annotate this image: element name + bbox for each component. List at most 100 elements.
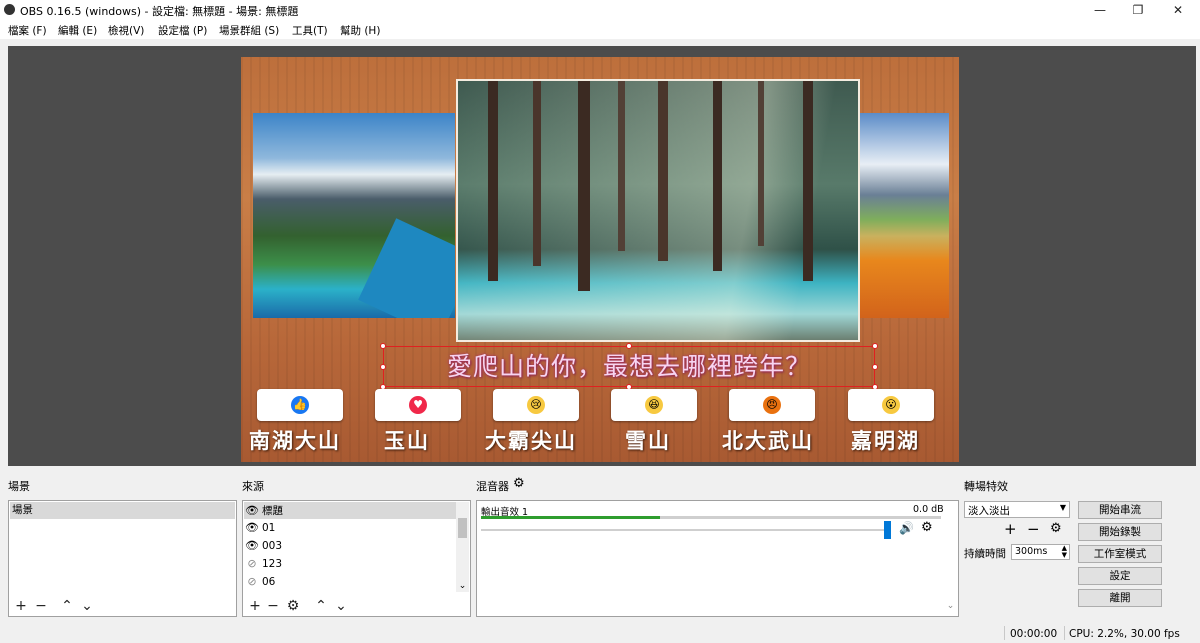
audio-meter-fill — [481, 516, 661, 519]
option-label: 雪山 — [625, 428, 671, 453]
tree-trunk — [803, 81, 813, 281]
scroll-down-icon[interactable]: ⌄ — [456, 580, 469, 592]
forest-photo[interactable] — [456, 79, 860, 342]
flower-field-photo[interactable] — [859, 113, 949, 318]
mountain-coast-photo[interactable] — [253, 113, 455, 318]
tree-trunk — [658, 81, 668, 261]
audio-meter — [481, 516, 941, 519]
move-up-button[interactable]: ⌃ — [59, 597, 75, 615]
mixer-gear-icon[interactable]: ⚙ — [513, 476, 525, 491]
menu-view[interactable]: 檢視(V) — [108, 23, 144, 38]
reaction-haha-button[interactable]: 😆 — [611, 389, 697, 421]
reaction-angry-button[interactable]: 😠 — [729, 389, 815, 421]
move-up-button[interactable]: ⌃ — [313, 597, 329, 615]
menu-help[interactable]: 幫助 (H) — [340, 23, 380, 38]
wow-icon: 😮 — [882, 396, 900, 414]
option-label: 嘉明湖 — [851, 428, 920, 453]
status-divider — [1004, 626, 1005, 640]
transitions-title: 轉場特效 — [964, 480, 1008, 493]
source-item[interactable]: ⊘ 06 — [244, 573, 275, 590]
close-button[interactable]: ✕ — [1158, 0, 1198, 20]
mixer-panel: 輸出音效 1 0.0 dB 🔊 ⚙ ⌄ — [476, 500, 959, 617]
reaction-love-button[interactable]: ♥ — [375, 389, 461, 421]
mixer-title: 混音器 — [476, 480, 509, 493]
resize-handle[interactable] — [380, 343, 386, 349]
ocean-shape — [358, 218, 455, 318]
option-label: 北大武山 — [722, 428, 814, 453]
source-item[interactable]: 👁 標題 — [244, 502, 456, 519]
reaction-sad-button[interactable]: 😢 — [493, 389, 579, 421]
resize-handle[interactable] — [872, 364, 878, 370]
reaction-like-button[interactable]: 👍 — [257, 389, 343, 421]
transition-gear-icon[interactable]: ⚙ — [1050, 521, 1062, 536]
sources-panel: 👁 標題 👁 01 👁 003 ⊘ 123 ⊘ 06 ⌄ + − ⚙ ⌃ ⌄ — [242, 500, 471, 617]
eye-hidden-icon[interactable]: ⊘ — [244, 573, 260, 590]
resize-handle[interactable] — [626, 343, 632, 349]
sources-toolbar: + − ⚙ ⌃ ⌄ — [245, 597, 465, 615]
sad-icon: 😢 — [527, 396, 545, 414]
source-item[interactable]: ⊘ 123 — [244, 555, 282, 572]
remove-scene-button[interactable]: − — [33, 597, 49, 615]
obs-logo-icon — [4, 4, 15, 15]
source-item[interactable]: 👁 01 — [244, 519, 275, 536]
menu-file[interactable]: 檔案 (F) — [8, 23, 47, 38]
add-transition-button[interactable]: + — [1004, 520, 1017, 538]
love-icon: ♥ — [409, 396, 427, 414]
haha-icon: 😆 — [645, 396, 663, 414]
scenes-panel: 場景 + − ⌃ ⌄ — [8, 500, 237, 617]
mixer-scroll-down-icon[interactable]: ⌄ — [944, 601, 957, 615]
tree-trunk — [488, 81, 498, 281]
sources-scrollbar[interactable]: ⌄ — [456, 502, 469, 592]
resize-handle[interactable] — [872, 343, 878, 349]
menu-tools[interactable]: 工具(T) — [292, 23, 328, 38]
start-recording-button[interactable]: 開始錄製 — [1078, 523, 1162, 541]
status-bar: 00:00:00 CPU: 2.2%, 30.00 fps — [0, 623, 1200, 643]
maximize-button[interactable]: ❐ — [1118, 0, 1158, 20]
question-text[interactable]: 愛爬山的你，最想去哪裡跨年？ — [383, 346, 875, 387]
add-source-button[interactable]: + — [247, 597, 263, 615]
eye-icon[interactable]: 👁 — [244, 502, 260, 519]
menu-scene-collection[interactable]: 場景群組 (S) — [219, 23, 279, 38]
source-properties-gear-icon[interactable]: ⚙ — [285, 597, 301, 615]
settings-button[interactable]: 設定 — [1078, 567, 1162, 585]
duration-spinbox[interactable]: 300ms ▲ ▼ — [1011, 544, 1070, 560]
channel-gear-icon[interactable]: ⚙ — [921, 520, 933, 535]
scenes-title: 場景 — [8, 480, 30, 493]
resize-handle[interactable] — [380, 364, 386, 370]
tree-trunk — [618, 81, 625, 251]
remove-source-button[interactable]: − — [265, 597, 281, 615]
scene-item[interactable]: 場景 — [10, 502, 235, 519]
eye-icon[interactable]: 👁 — [244, 519, 260, 536]
move-down-button[interactable]: ⌄ — [333, 597, 349, 615]
start-streaming-button[interactable]: 開始串流 — [1078, 501, 1162, 519]
duration-label: 持續時間 — [964, 548, 1006, 560]
move-down-button[interactable]: ⌄ — [79, 597, 95, 615]
scrollbar-thumb[interactable] — [458, 518, 467, 538]
volume-slider[interactable] — [481, 521, 891, 539]
eye-icon[interactable]: 👁 — [244, 537, 260, 554]
add-scene-button[interactable]: + — [13, 597, 29, 615]
window-title: OBS 0.16.5 (windows) - 設定檔: 無標題 - 場景: 無標… — [20, 5, 299, 18]
menu-bar: 檔案 (F) 編輯 (E) 檢視(V) 設定檔 (P) 場景群組 (S) 工具(… — [0, 20, 1200, 39]
scenes-toolbar: + − ⌃ ⌄ — [11, 597, 231, 615]
sources-title: 來源 — [242, 480, 264, 493]
tree-trunk — [713, 81, 722, 271]
option-label: 南湖大山 — [249, 428, 341, 453]
transition-select[interactable]: 淡入淡出 ▼ — [964, 501, 1070, 518]
dropdown-arrow-icon: ▼ — [1059, 503, 1066, 512]
volume-slider-thumb[interactable] — [884, 521, 891, 539]
exit-button[interactable]: 離開 — [1078, 589, 1162, 607]
eye-hidden-icon[interactable]: ⊘ — [244, 555, 260, 572]
mixer-level-readout: 0.0 dB — [913, 504, 944, 515]
tree-trunk — [578, 81, 590, 291]
menu-edit[interactable]: 編輯 (E) — [58, 23, 97, 38]
status-divider — [1064, 626, 1065, 640]
reaction-wow-button[interactable]: 😮 — [848, 389, 934, 421]
source-item[interactable]: 👁 003 — [244, 537, 282, 554]
menu-profile[interactable]: 設定檔 (P) — [158, 23, 207, 38]
remove-transition-button[interactable]: − — [1027, 520, 1040, 538]
speaker-icon[interactable]: 🔊 — [899, 521, 914, 535]
minimize-button[interactable]: — — [1080, 0, 1120, 20]
spin-arrows-icon[interactable]: ▲ ▼ — [1062, 545, 1067, 559]
studio-mode-button[interactable]: 工作室模式 — [1078, 545, 1162, 563]
